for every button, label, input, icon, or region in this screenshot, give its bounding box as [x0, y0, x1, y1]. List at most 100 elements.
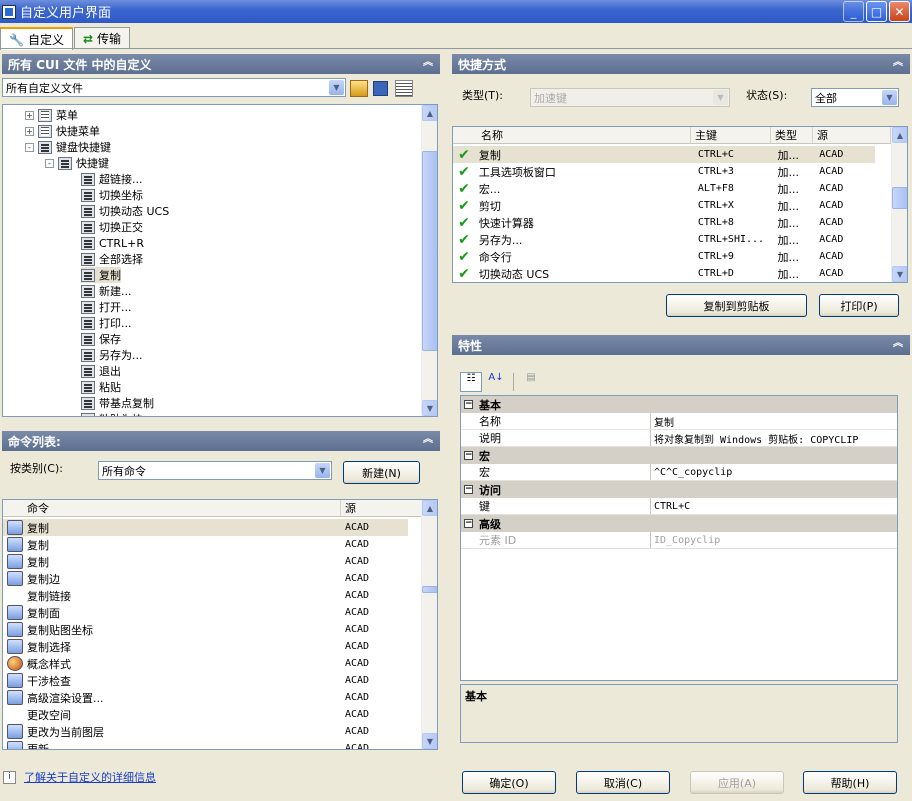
tree-node[interactable]: 新建...	[81, 283, 132, 299]
minimize-button[interactable]: _	[843, 1, 864, 22]
tree-scroll-thumb[interactable]	[422, 151, 437, 351]
status-select[interactable]: 全部 ▼	[811, 88, 899, 107]
command-row[interactable]: 更新 ACAD	[3, 740, 408, 749]
property-pages-icon[interactable]: ▤	[520, 372, 542, 392]
close-button[interactable]: ✕	[889, 1, 910, 22]
property-group[interactable]: − 高级	[461, 515, 897, 532]
scroll-down-icon[interactable]: ▼	[422, 400, 437, 416]
tree-expander-icon[interactable]: -	[45, 158, 54, 168]
command-row[interactable]: 复制贴图坐标 ACAD	[3, 621, 408, 638]
collapse-icon[interactable]: −	[464, 400, 473, 409]
property-value[interactable]: 将对象复制到 Windows 剪贴板: COPYCLIP	[651, 430, 897, 446]
shortcut-row[interactable]: ✔ 另存为... CTRL+SHI... 加... ACAD	[453, 231, 875, 248]
property-row[interactable]: 名称 复制	[461, 413, 897, 430]
tree-node[interactable]: 另存为...	[81, 347, 143, 363]
command-row[interactable]: 复制 ACAD	[3, 553, 408, 570]
shortcut-row[interactable]: ✔ 工具选项板窗口 CTRL+3 加... ACAD	[453, 163, 875, 180]
command-row[interactable]: 复制 ACAD	[3, 536, 408, 553]
print-button[interactable]: 打印(P)	[819, 294, 899, 317]
tree-node[interactable]: 保存	[81, 331, 121, 347]
tab-customize[interactable]: 🔧 自定义	[0, 27, 73, 50]
shortcut-row[interactable]: ✔ 宏... ALT+F8 加... ACAD	[453, 180, 875, 197]
col-source[interactable]: 源	[813, 127, 891, 143]
type-select[interactable]: 加速键 ▼	[530, 88, 730, 107]
tree-node[interactable]: 退出	[81, 363, 121, 379]
collapse-icon[interactable]: −	[464, 485, 473, 494]
shortcut-row[interactable]: ✔ 剪切 CTRL+X 加... ACAD	[453, 197, 875, 214]
tree-node[interactable]: 粘贴	[81, 379, 121, 395]
scroll-down-icon[interactable]: ▼	[422, 733, 437, 749]
tree-node[interactable]: 切换正交	[81, 219, 143, 235]
command-row[interactable]: 高级渲染设置... ACAD	[3, 689, 408, 706]
scroll-up-icon[interactable]: ▲	[892, 127, 907, 143]
property-group[interactable]: − 宏	[461, 447, 897, 464]
alphabetical-sort-icon[interactable]: A↓	[485, 372, 507, 392]
collapse-icon[interactable]: −	[464, 519, 473, 528]
shortcuts-scrollbar[interactable]: ▲ ▼	[891, 127, 907, 282]
categorized-icon[interactable]: ☷	[460, 372, 482, 392]
tree-node[interactable]: 切换动态 UCS	[81, 203, 169, 219]
collapse-chevron-icon[interactable]: ︽	[891, 337, 905, 351]
col-name[interactable]: 名称	[453, 127, 691, 143]
shortcut-row[interactable]: ✔ 切换动态 UCS CTRL+D 加... ACAD	[453, 265, 875, 282]
command-row[interactable]: 复制选择 ACAD	[3, 638, 408, 655]
tree-scrollbar[interactable]: ▲ ▼	[421, 105, 437, 416]
property-value[interactable]: 复制	[651, 413, 897, 429]
save-icon[interactable]	[373, 81, 388, 96]
scroll-up-icon[interactable]: ▲	[422, 500, 437, 516]
list-view-icon[interactable]	[395, 80, 413, 97]
shortcut-row[interactable]: ✔ 快速计算器 CTRL+8 加... ACAD	[453, 214, 875, 231]
tree-node[interactable]: 复制	[81, 267, 121, 283]
tree-node[interactable]: 超链接...	[81, 171, 143, 187]
shortcut-row[interactable]: ✔ 复制 CTRL+C 加... ACAD	[453, 146, 875, 163]
command-row[interactable]: 干涉检查 ACAD	[3, 672, 408, 689]
property-row[interactable]: 元素 ID ID_Copyclip	[461, 532, 897, 549]
tree-expander-icon[interactable]: -	[25, 142, 34, 152]
customization-help-link[interactable]: 了解关于自定义的详细信息	[24, 769, 156, 785]
tree-node[interactable]: 切换坐标	[81, 187, 143, 203]
col-source[interactable]: 源	[341, 500, 423, 516]
command-row[interactable]: 复制 ACAD	[3, 519, 408, 536]
property-row[interactable]: 宏 ^C^C_copyclip	[461, 464, 897, 481]
collapse-chevron-icon[interactable]: ︽	[421, 56, 435, 70]
command-row[interactable]: 复制链接 ACAD	[3, 587, 408, 604]
command-list-scroll-thumb[interactable]	[422, 586, 437, 593]
command-row[interactable]: 更改空间 ACAD	[3, 706, 408, 723]
maximize-button[interactable]: □	[866, 1, 887, 22]
collapse-chevron-icon[interactable]: ︽	[891, 56, 905, 70]
tree-node[interactable]: 全部选择	[81, 251, 143, 267]
command-list-scrollbar[interactable]: ▲ ▼	[421, 500, 437, 749]
copy-to-clipboard-button[interactable]: 复制到剪贴板	[666, 294, 807, 317]
collapse-chevron-icon[interactable]: ︽	[421, 433, 435, 447]
property-row[interactable]: 说明 将对象复制到 Windows 剪贴板: COPYCLIP	[461, 430, 897, 447]
col-command[interactable]: 命令	[3, 500, 341, 516]
tree-node[interactable]: 粘贴为块	[81, 411, 143, 416]
help-button[interactable]: 帮助(H)	[803, 771, 897, 794]
tree-node[interactable]: + 菜单	[25, 107, 78, 123]
tree-node[interactable]: CTRL+R	[81, 235, 144, 251]
property-value[interactable]: CTRL+C	[651, 498, 897, 514]
tree-node[interactable]: 打开...	[81, 299, 132, 315]
tree-node[interactable]: + 快捷菜单	[25, 123, 100, 139]
cancel-button[interactable]: 取消(C)	[576, 771, 670, 794]
tree-node[interactable]: 带基点复制	[81, 395, 154, 411]
col-type[interactable]: 类型	[771, 127, 813, 143]
apply-button[interactable]: 应用(A)	[690, 771, 784, 794]
command-row[interactable]: 复制边 ACAD	[3, 570, 408, 587]
load-partial-file-icon[interactable]	[350, 80, 368, 97]
command-row[interactable]: 更改为当前图层 ACAD	[3, 723, 408, 740]
tree-node[interactable]: - 键盘快捷键	[25, 139, 111, 155]
tab-transfer[interactable]: ⇄ 传输	[73, 27, 131, 49]
command-row[interactable]: 概念样式 ACAD	[3, 655, 408, 672]
col-key[interactable]: 主键	[691, 127, 771, 143]
tree-node[interactable]: - 快捷键	[45, 155, 109, 171]
tree-node[interactable]: 打印...	[81, 315, 132, 331]
tree-expander-icon[interactable]: +	[25, 126, 34, 136]
property-group[interactable]: − 访问	[461, 481, 897, 498]
property-group[interactable]: − 基本	[461, 396, 897, 413]
scroll-down-icon[interactable]: ▼	[892, 266, 907, 282]
command-row[interactable]: 复制面 ACAD	[3, 604, 408, 621]
cui-file-select[interactable]: 所有自定义文件 ▼	[2, 78, 346, 97]
scroll-up-icon[interactable]: ▲	[422, 105, 437, 121]
shortcut-row[interactable]: ✔ 命令行 CTRL+9 加... ACAD	[453, 248, 875, 265]
